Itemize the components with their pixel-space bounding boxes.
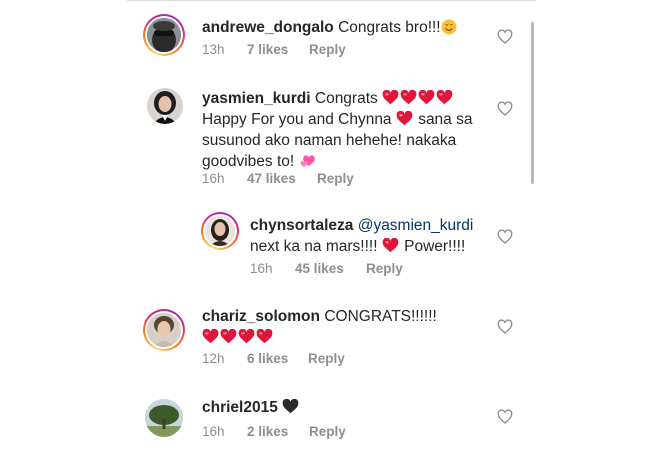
comment-text: sana sa bbox=[418, 111, 473, 128]
black-heart-emoji-icon bbox=[282, 399, 299, 414]
red-heart-emoji-icon bbox=[400, 90, 417, 105]
avatar[interactable] bbox=[147, 88, 183, 124]
like-heart-outline-icon[interactable] bbox=[497, 319, 513, 335]
comment-text: next ka na mars!!!! bbox=[250, 238, 378, 255]
reply-button[interactable]: Reply bbox=[309, 424, 346, 439]
comment-text: susunod ako naman hehehe! nakaka bbox=[202, 132, 457, 149]
mention-link[interactable]: @yasmien_kurdi bbox=[358, 217, 474, 234]
comment-text: CONGRATS!!!!!! bbox=[324, 308, 437, 325]
comment-likes[interactable]: 6 likes bbox=[247, 351, 308, 366]
like-heart-outline-icon[interactable] bbox=[497, 29, 513, 45]
comment-username[interactable]: chynsortaleza bbox=[250, 217, 353, 234]
red-heart-emoji-icon bbox=[396, 111, 413, 126]
comment-time: 12h bbox=[202, 351, 225, 366]
comment-text: Happy For you and Chynna bbox=[202, 111, 392, 128]
comment-likes[interactable]: 7 likes bbox=[247, 42, 309, 57]
red-heart-emoji-icon bbox=[238, 329, 255, 344]
scrollbar[interactable] bbox=[531, 22, 534, 184]
avatar[interactable] bbox=[143, 14, 185, 56]
comment-time: 13h bbox=[202, 42, 225, 57]
like-heart-outline-icon[interactable] bbox=[497, 409, 513, 425]
comment-time: 16h bbox=[202, 424, 225, 439]
red-heart-emoji-icon bbox=[436, 90, 453, 105]
like-heart-outline-icon[interactable] bbox=[497, 229, 513, 245]
top-divider bbox=[127, 0, 536, 1]
reply-button[interactable]: Reply bbox=[309, 42, 346, 57]
comment-likes[interactable]: 45 likes bbox=[295, 261, 366, 276]
reply-button[interactable]: Reply bbox=[308, 351, 345, 366]
reply-button[interactable]: Reply bbox=[317, 171, 354, 186]
avatar[interactable] bbox=[201, 212, 239, 250]
comment-text: Congrats bbox=[314, 90, 378, 107]
red-heart-emoji-icon bbox=[220, 329, 237, 344]
red-heart-emoji-icon bbox=[256, 329, 273, 344]
red-heart-emoji-icon bbox=[382, 90, 399, 105]
sparkling-heart-emoji-icon bbox=[299, 153, 316, 168]
comment-time: 16h bbox=[250, 261, 273, 276]
comment-likes[interactable]: 47 likes bbox=[247, 171, 317, 186]
like-heart-outline-icon[interactable] bbox=[497, 101, 513, 117]
comment-time: 16h bbox=[202, 171, 225, 186]
avatar[interactable] bbox=[143, 309, 185, 351]
red-heart-emoji-icon bbox=[382, 238, 399, 253]
reply-button[interactable]: Reply bbox=[366, 261, 403, 276]
comment-username[interactable]: chriel2015 bbox=[202, 399, 278, 416]
comment-text: Congrats bro!!! bbox=[338, 19, 441, 36]
red-heart-emoji-icon bbox=[202, 329, 219, 344]
smiling-face-emoji-icon bbox=[441, 19, 457, 35]
comment-username[interactable]: yasmien_kurdi bbox=[202, 90, 311, 107]
comment-likes[interactable]: 2 likes bbox=[247, 424, 309, 439]
comment-text: Power!!!! bbox=[404, 238, 466, 255]
red-heart-emoji-icon bbox=[418, 90, 435, 105]
comment-username[interactable]: andrewe_dongalo bbox=[202, 19, 334, 36]
comment-text: goodvibes to! bbox=[202, 153, 295, 170]
comment-username[interactable]: chariz_solomon bbox=[202, 308, 320, 325]
avatar[interactable] bbox=[145, 399, 183, 437]
